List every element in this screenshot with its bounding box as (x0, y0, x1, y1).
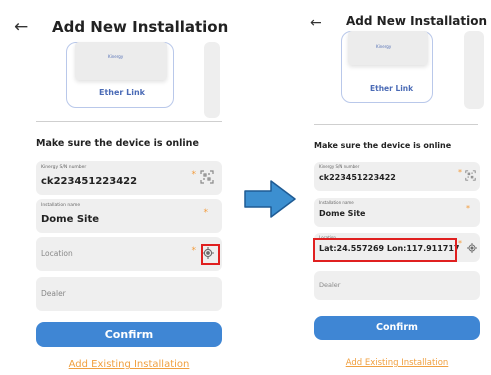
device-card-ether-link[interactable]: Kinergy Ether Link (66, 42, 174, 108)
locate-icon-highlight (201, 244, 220, 265)
crosshair-locate-icon[interactable] (467, 243, 477, 253)
section-heading: Make sure the device is online (314, 141, 452, 150)
serial-number-label: Kinergy S/N number (41, 165, 87, 170)
screen-after: ← Add New Installation Kinergy Ether Lin… (300, 0, 491, 375)
required-mark: * (191, 170, 197, 180)
required-mark: * (191, 246, 197, 256)
installation-name-field[interactable]: Installation name Dome Site * (314, 198, 480, 227)
dealer-field[interactable]: Dealer (314, 271, 480, 300)
page-title: Add New Installation (346, 14, 488, 28)
divider (36, 121, 222, 122)
serial-number-field[interactable]: Kinergy S/N number ck223451223422 * (36, 161, 222, 195)
add-existing-installation-link[interactable]: Add Existing Installation (36, 359, 222, 370)
installation-name-label: Installation name (41, 203, 81, 208)
confirm-button[interactable]: Confirm (36, 322, 222, 347)
divider (314, 124, 478, 125)
back-arrow-icon[interactable]: ← (310, 6, 322, 40)
next-device-card[interactable] (464, 31, 484, 109)
serial-number-value: ck223451223422 (319, 173, 396, 182)
serial-number-field[interactable]: Kinergy S/N number ck223451223422 * (314, 162, 480, 191)
device-brand-label: Kinergy (108, 54, 124, 59)
required-mark: * (458, 239, 462, 248)
installation-name-value: Dome Site (319, 209, 366, 218)
device-card-ether-link[interactable]: Kinergy Ether Link (341, 31, 433, 103)
required-mark: * (203, 208, 209, 218)
device-card-label: Ether Link (99, 88, 145, 97)
screen-before: ← Add New Installation Kinergy Ether Lin… (0, 0, 232, 375)
back-arrow-icon[interactable]: ← (14, 10, 28, 44)
device-image: Kinergy (348, 31, 428, 65)
location-placeholder: Location (41, 249, 73, 258)
section-heading: Make sure the device is online (36, 138, 199, 149)
location-field[interactable]: Location * (36, 237, 222, 271)
confirm-button[interactable]: Confirm (314, 316, 480, 340)
device-image: Kinergy (75, 42, 167, 80)
device-card-label: Ether Link (370, 84, 414, 93)
installation-name-value: Dome Site (41, 214, 100, 225)
serial-number-label: Kinergy S/N number (319, 164, 360, 169)
location-value-highlight (313, 238, 457, 262)
dealer-placeholder: Dealer (319, 281, 341, 289)
serial-number-value: ck223451223422 (41, 176, 138, 187)
required-mark: * (466, 204, 470, 213)
device-brand-label: Kinergy (376, 44, 392, 49)
right-arrow-icon (244, 180, 296, 218)
add-existing-installation-link[interactable]: Add Existing Installation (314, 358, 480, 368)
qr-scan-icon[interactable] (465, 170, 476, 181)
installation-name-label: Installation name (319, 200, 354, 205)
dealer-field[interactable]: Dealer (36, 277, 222, 311)
dealer-placeholder: Dealer (41, 289, 66, 298)
qr-scan-icon[interactable] (200, 170, 214, 184)
header: ← Add New Installation (0, 10, 232, 44)
installation-name-field[interactable]: Installation name Dome Site * (36, 199, 222, 233)
next-device-card[interactable] (204, 42, 220, 118)
page-title: Add New Installation (52, 18, 229, 36)
required-mark: * (458, 168, 462, 177)
